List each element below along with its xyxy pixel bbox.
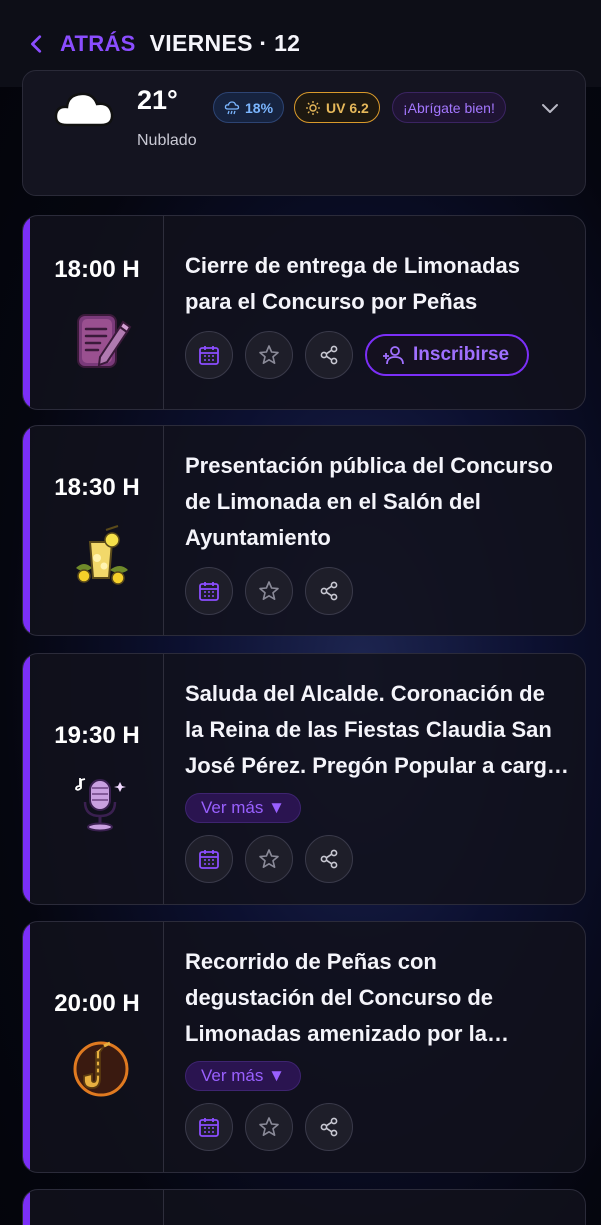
event-card[interactable]: [22, 1189, 586, 1225]
event-title: Presentación pública del Concurso de Lim…: [185, 453, 553, 550]
event-time: 18:00 H: [54, 256, 140, 283]
event-time-column: 18:00 H: [30, 216, 164, 409]
event-actions: [185, 835, 353, 883]
star-icon: [259, 581, 279, 600]
microphone-icon: [75, 778, 126, 832]
star-icon: [259, 345, 279, 364]
see-more-button[interactable]: Ver más ▼: [185, 1061, 301, 1091]
signup-label: Inscribirse: [413, 344, 510, 365]
star-icon: [259, 849, 279, 868]
favorite-button[interactable]: [245, 835, 293, 883]
event-accent-bar: [23, 922, 30, 1172]
rain-value: 18%: [245, 99, 274, 116]
share-icon: [320, 849, 338, 869]
calendar-icon: [199, 1118, 219, 1137]
share-icon: [320, 1117, 338, 1137]
calendar-icon: [199, 582, 219, 601]
share-button[interactable]: [305, 835, 353, 883]
weather-tip-chip: ¡Abrígate bien!: [392, 92, 506, 123]
signup-button[interactable]: Inscribirse: [365, 334, 530, 376]
event-accent-bar: [23, 1190, 30, 1225]
weather-tip: ¡Abrígate bien!: [403, 99, 495, 116]
event-time: 19:30 H: [54, 722, 140, 749]
calendar-icon: [199, 346, 219, 365]
weather-condition: Nublado: [137, 132, 197, 149]
share-icon: [320, 345, 338, 365]
favorite-button[interactable]: [245, 567, 293, 615]
event-accent-bar: [23, 654, 30, 904]
share-button[interactable]: [305, 567, 353, 615]
event-actions: [185, 1103, 353, 1151]
back-label: ATRÁS: [60, 30, 136, 56]
rain-icon: [224, 100, 240, 114]
share-button[interactable]: [305, 1103, 353, 1151]
star-icon: [259, 1117, 279, 1136]
cloud-icon: [54, 92, 114, 127]
chevron-left-icon: [31, 34, 42, 53]
temperature: 21°: [137, 85, 178, 115]
event-title: Saluda del Alcalde. Coronación de la Rei…: [185, 681, 569, 778]
uv-value: UV 6.2: [326, 99, 369, 116]
event-time-column: [30, 1190, 164, 1225]
chevron-down-icon[interactable]: [539, 97, 561, 119]
add-user-icon: [383, 346, 404, 365]
event-time: 20:00 H: [54, 990, 140, 1017]
share-icon: [320, 581, 338, 601]
favorite-button[interactable]: [245, 331, 293, 379]
rain-chip: 18%: [213, 92, 285, 123]
uv-chip: UV 6.2: [294, 92, 380, 123]
add-to-calendar-button[interactable]: [185, 835, 233, 883]
writing-icon: [77, 314, 132, 368]
event-actions: Inscribirse: [185, 331, 530, 379]
event-title: Recorrido de Peñas con degustación del C…: [185, 949, 494, 1046]
share-button[interactable]: [305, 331, 353, 379]
event-actions: [185, 567, 353, 615]
event-card[interactable]: 18:00 H Cierre de entrega de Limonadas p…: [22, 215, 586, 410]
favorite-button[interactable]: [245, 1103, 293, 1151]
saxophone-icon: [73, 1041, 129, 1097]
event-accent-bar: [23, 216, 30, 409]
event-card[interactable]: 18:30 H Presentación pública del Concurs…: [22, 425, 586, 636]
event-title: Cierre de entrega de Limonadas para el C…: [185, 253, 520, 314]
add-to-calendar-button[interactable]: [185, 1103, 233, 1151]
page-title: VIERNES · 12: [149, 30, 301, 56]
event-time-column: 18:30 H: [30, 426, 164, 635]
event-time-column: 20:00 H: [30, 922, 164, 1172]
see-more-button[interactable]: Ver más ▼: [185, 793, 301, 823]
add-to-calendar-button[interactable]: [185, 567, 233, 615]
event-card[interactable]: 20:00 H Recorrido de Peñas con degustaci…: [22, 921, 586, 1173]
sun-icon: [306, 100, 320, 115]
event-accent-bar: [23, 426, 30, 635]
calendar-icon: [199, 850, 219, 869]
event-time: 18:30 H: [54, 474, 140, 501]
back-button[interactable]: ATRÁS: [26, 31, 136, 57]
add-to-calendar-button[interactable]: [185, 331, 233, 379]
lemonade-icon: [76, 525, 128, 585]
event-time-column: 19:30 H: [30, 654, 164, 904]
event-card[interactable]: 19:30 H Saluda del Alcalde. Coronación d…: [22, 653, 586, 905]
weather-card: 21° Nublado 18% UV 6.2 ¡Abrígate bien!: [22, 70, 586, 196]
